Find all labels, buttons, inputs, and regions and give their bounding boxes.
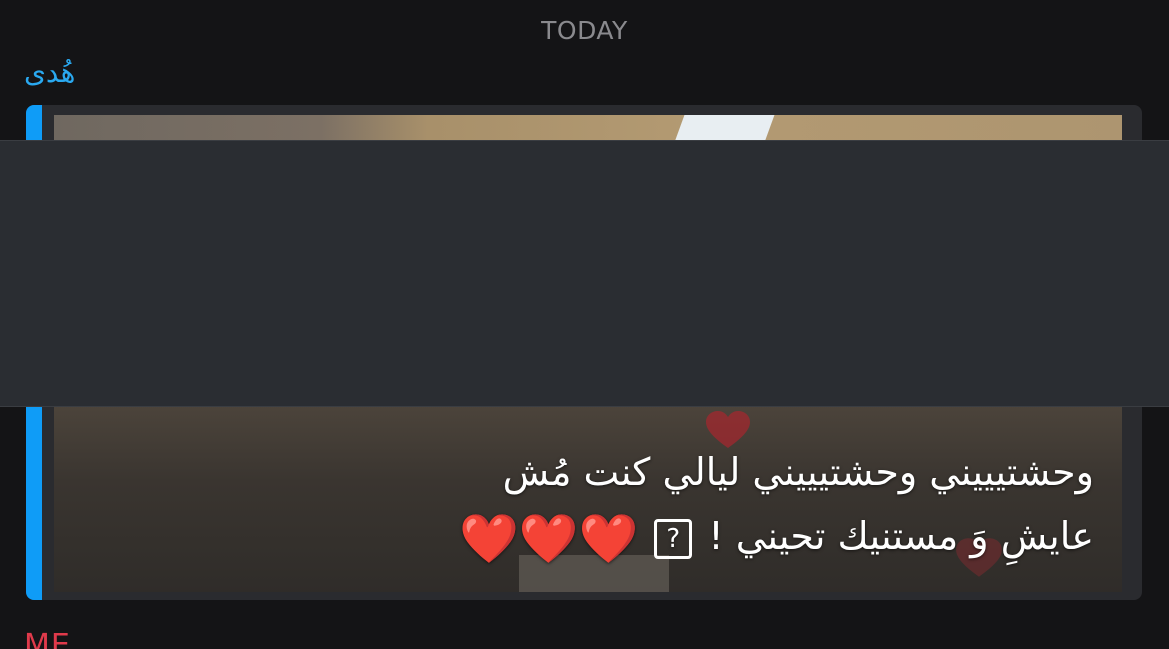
heart-icon: ❤️ [518,510,579,567]
caption-line-1: وحشتيييني وحشتيييني ليالي كنت مُش [502,450,1094,494]
heart-icon: ❤️ [458,510,519,567]
caption-line-2: عايشِ وَ مستنيك تحيني ! ? ❤️❤️❤️ [134,504,1094,568]
photo-caption: وحشتيييني وحشتيييني ليالي كنت مُش عايشِ … [134,440,1094,568]
caption-line-2-text: عايشِ وَ مستنيك تحيني ! [708,514,1094,558]
redaction-overlay [0,140,1169,407]
sender-name[interactable]: هُدى [24,56,75,89]
next-sender-label[interactable]: ME [24,628,71,649]
unknown-emoji-icon: ? [654,518,693,559]
heart-icon: ❤️ [578,510,639,567]
top-edge-fragment [0,0,40,4]
chat-screen: TODAY هُدى وحشتيييني وحشتيييني ليالي كنت… [0,0,1169,649]
date-divider: TODAY [541,16,628,45]
